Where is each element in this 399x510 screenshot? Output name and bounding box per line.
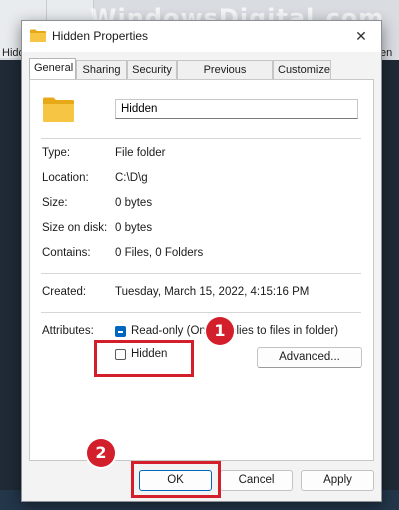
tab-customize[interactable]: Customize <box>273 60 331 79</box>
folder-icon <box>30 29 46 45</box>
step-2-badge: 2 <box>87 439 115 467</box>
step-1-badge: 1 <box>206 317 234 345</box>
apply-button[interactable]: Apply <box>301 470 374 491</box>
divider <box>41 138 361 139</box>
location-value: C:\D\g <box>115 172 148 184</box>
folder-name-input[interactable] <box>115 99 358 119</box>
properties-dialog: Hidden Properties ✕ General Sharing Secu… <box>21 20 382 502</box>
attributes-label: Attributes: <box>42 325 94 337</box>
size-on-disk-value: 0 bytes <box>115 222 153 234</box>
advanced-button[interactable]: Advanced... <box>257 347 362 368</box>
tab-sharing[interactable]: Sharing <box>76 60 127 79</box>
contains-label: Contains: <box>42 247 91 259</box>
cancel-button[interactable]: Cancel <box>220 470 293 491</box>
created-label: Created: <box>42 286 87 298</box>
size-label: Size: <box>42 197 68 209</box>
highlight-hidden-checkbox <box>94 340 194 377</box>
title-bar[interactable]: Hidden Properties ✕ <box>22 21 381 52</box>
general-tab-panel: Type: File folder Location: C:\D\g Size:… <box>29 79 374 461</box>
size-value: 0 bytes <box>115 197 153 209</box>
close-icon: ✕ <box>355 28 367 44</box>
tab-general[interactable]: General <box>29 58 76 79</box>
created-value: Tuesday, March 15, 2022, 4:15:16 PM <box>115 286 310 298</box>
window-title: Hidden Properties <box>52 29 149 43</box>
tab-security[interactable]: Security <box>127 60 177 79</box>
folder-icon <box>43 97 74 125</box>
type-value: File folder <box>115 147 166 159</box>
type-label: Type: <box>42 147 71 159</box>
divider <box>41 273 361 274</box>
readonly-label: Read-only (Only applies to files in fold… <box>131 325 339 337</box>
contains-value: 0 Files, 0 Folders <box>115 247 204 259</box>
readonly-checkbox[interactable] <box>115 326 126 337</box>
divider <box>41 312 361 313</box>
highlight-ok-button <box>131 461 221 498</box>
close-button[interactable]: ✕ <box>341 21 381 52</box>
size-on-disk-label: Size on disk: <box>42 222 108 234</box>
location-label: Location: <box>42 172 89 184</box>
tab-previous-versions[interactable]: Previous Versions <box>177 60 273 94</box>
